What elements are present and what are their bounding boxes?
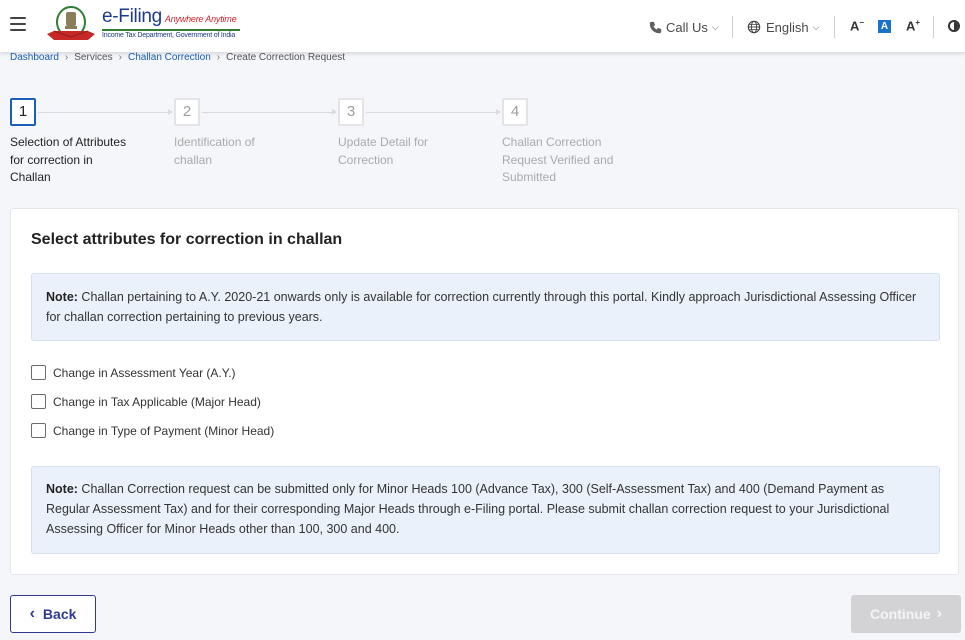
font-decrease-button[interactable]: A− xyxy=(850,18,864,33)
step-2-label: Identification of challan xyxy=(174,135,255,167)
step-3-number: 3 xyxy=(338,98,364,126)
step-3-label: Update Detail for Correction xyxy=(338,135,429,167)
logo-divider xyxy=(102,29,240,31)
top-header: e-Filing Anywhere Anytime Income Tax Depa… xyxy=(0,0,965,52)
card-title: Select attributes for correction in chal… xyxy=(31,231,343,248)
checkbox-label: Change in Tax Applicable (Major Head) xyxy=(53,394,261,409)
step-4-number: 4 xyxy=(502,98,528,126)
globe-icon xyxy=(747,20,761,34)
breadcrumb-challan-correction[interactable]: Challan Correction xyxy=(128,52,211,63)
note-text: Challan pertaining to A.Y. 2020-21 onwar… xyxy=(46,290,917,324)
continue-label: Continue xyxy=(870,606,931,622)
breadcrumb-dashboard[interactable]: Dashboard xyxy=(10,52,59,63)
step-connector xyxy=(202,109,337,115)
chevron-left-icon: ‹ xyxy=(29,605,35,622)
font-increase-label: A xyxy=(906,18,916,34)
checkbox-change-minor-head[interactable]: Change in Type of Payment (Minor Head) xyxy=(31,423,274,438)
minus-icon: − xyxy=(859,18,865,27)
breadcrumb-separator-icon: › xyxy=(216,52,221,63)
note-prefix: Note: xyxy=(46,290,78,304)
note-text: Challan Correction request can be submit… xyxy=(46,482,890,536)
font-decrease-label: A xyxy=(850,18,860,34)
chevron-down-icon: ⌵ xyxy=(812,21,820,32)
note-ay-restriction: Note: Challan pertaining to A.Y. 2020-21… xyxy=(31,273,940,341)
breadcrumb-current-page: Create Correction Request xyxy=(226,52,346,63)
header-divider xyxy=(732,16,733,38)
step-1-number: 1 xyxy=(10,98,36,126)
step-connector xyxy=(38,109,173,115)
call-us-label: Call Us xyxy=(666,19,708,35)
phone-icon xyxy=(649,21,662,33)
back-button[interactable]: ‹ Back xyxy=(10,595,96,633)
checkbox-icon[interactable] xyxy=(31,365,46,380)
continue-button[interactable]: Continue › xyxy=(851,595,961,633)
step-1-label: Selection of Attributes for correction i… xyxy=(10,135,127,184)
font-default-label: A xyxy=(880,21,889,32)
call-us-dropdown[interactable]: Call Us ⌵ xyxy=(649,16,719,38)
breadcrumb-services: Services xyxy=(74,52,113,63)
plus-icon: + xyxy=(915,18,921,27)
step-connector xyxy=(366,109,501,115)
logo-subtitle: Income Tax Department, Government of Ind… xyxy=(102,32,236,39)
logo-tagline: Anywhere Anytime xyxy=(164,14,237,24)
language-dropdown[interactable]: English ⌵ xyxy=(747,16,819,38)
step-2-number: 2 xyxy=(174,98,200,126)
font-default-button[interactable]: A xyxy=(878,20,891,33)
breadcrumb-separator-icon: › xyxy=(118,52,122,63)
chevron-down-icon: ⌵ xyxy=(711,21,719,32)
checkbox-label: Change in Assessment Year (A.Y.) xyxy=(53,365,236,380)
back-label: Back xyxy=(42,606,77,622)
step-4-label: Challan Correction Request Verified and … xyxy=(502,135,614,184)
checkbox-icon[interactable] xyxy=(31,394,46,409)
header-divider xyxy=(933,16,934,38)
correction-attributes-card: Select attributes for correction in chal… xyxy=(10,208,959,575)
income-tax-emblem-icon[interactable] xyxy=(44,4,98,46)
checkbox-change-major-head[interactable]: Change in Tax Applicable (Major Head) xyxy=(31,394,261,409)
checkbox-label: Change in Type of Payment (Minor Head) xyxy=(53,423,275,438)
hamburger-menu-icon[interactable] xyxy=(10,17,26,31)
checkbox-icon[interactable] xyxy=(31,423,46,438)
logo-title: e-Filing xyxy=(102,6,162,27)
note-minor-heads: Note: Challan Correction request can be … xyxy=(31,466,940,554)
language-label: English xyxy=(766,19,809,35)
chevron-right-icon: › xyxy=(936,605,942,622)
breadcrumb: Dashboard › Services › Challan Correctio… xyxy=(10,52,345,63)
font-increase-button[interactable]: A+ xyxy=(906,18,920,33)
contrast-toggle-icon[interactable] xyxy=(948,20,960,32)
efiling-logo[interactable]: e-Filing Anywhere Anytime Income Tax Depa… xyxy=(102,6,242,39)
header-divider xyxy=(834,16,835,38)
checkbox-change-assessment-year[interactable]: Change in Assessment Year (A.Y.) xyxy=(31,365,236,380)
breadcrumb-separator-icon: › xyxy=(64,52,69,63)
note-prefix: Note: xyxy=(46,482,78,496)
